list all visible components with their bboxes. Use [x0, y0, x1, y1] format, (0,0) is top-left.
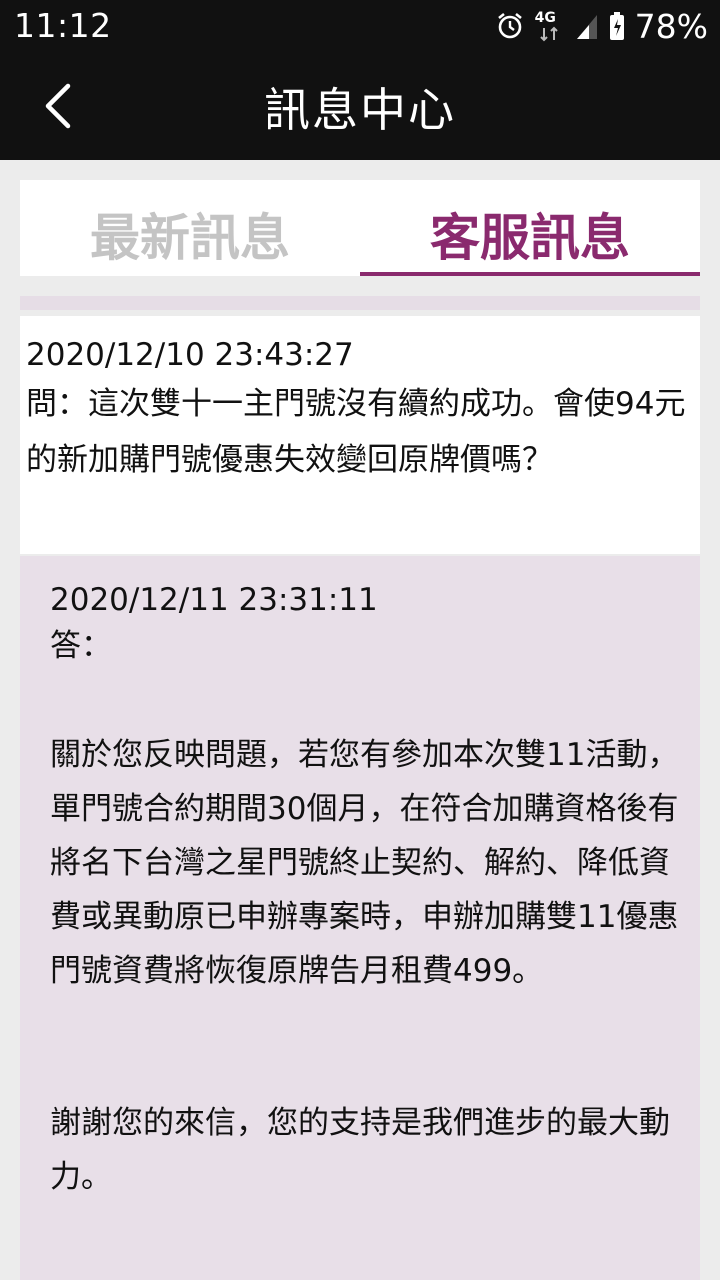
- answer-timestamp: 2020/12/11 23:31:11: [50, 582, 378, 618]
- battery-icon: [609, 12, 624, 40]
- status-time: 11:12: [14, 6, 112, 45]
- tab-customer-service-label: 客服訊息: [430, 209, 630, 267]
- network-4g-icon: 4G: [535, 10, 565, 42]
- active-tab-indicator: [360, 272, 700, 276]
- battery-percentage: 78%: [634, 6, 708, 46]
- list-divider: [20, 296, 700, 310]
- tab-customer-service[interactable]: 客服訊息: [360, 180, 700, 276]
- tab-latest-news[interactable]: 最新訊息: [20, 180, 360, 276]
- tab-latest-news-label: 最新訊息: [90, 209, 290, 267]
- page-title: 訊息中心: [264, 83, 456, 137]
- question-card: 2020/12/10 23:43:27 問：這次雙十一主門號沒有續約成功。會使9…: [20, 316, 700, 554]
- alarm-icon: [497, 12, 522, 39]
- app-bar: 訊息中心: [0, 52, 720, 160]
- question-timestamp: 2020/12/10 23:43:27: [26, 337, 354, 373]
- answer-card: 2020/12/11 23:31:11 答： 關於您反映問題，若您有參加本次雙1…: [20, 556, 700, 1280]
- status-bar: 11:12 4G 78%: [0, 0, 720, 52]
- signal-icon: [576, 15, 597, 39]
- question-text: 問：這次雙十一主門號沒有續約成功。會使94元的新加購門號優惠失效變回原牌價嗎？: [26, 386, 686, 478]
- answer-closing: 謝謝您的來信，您的支持是我們進步的最大動力。: [50, 1105, 670, 1195]
- answer-label: 答：: [50, 628, 112, 664]
- status-icons: 4G 78%: [495, 6, 708, 46]
- tab-bar: 最新訊息 客服訊息: [20, 180, 700, 276]
- answer-paragraph: 關於您反映問題，若您有參加本次雙11活動，單門號合約期間30個月，在符合加購資格…: [50, 737, 679, 989]
